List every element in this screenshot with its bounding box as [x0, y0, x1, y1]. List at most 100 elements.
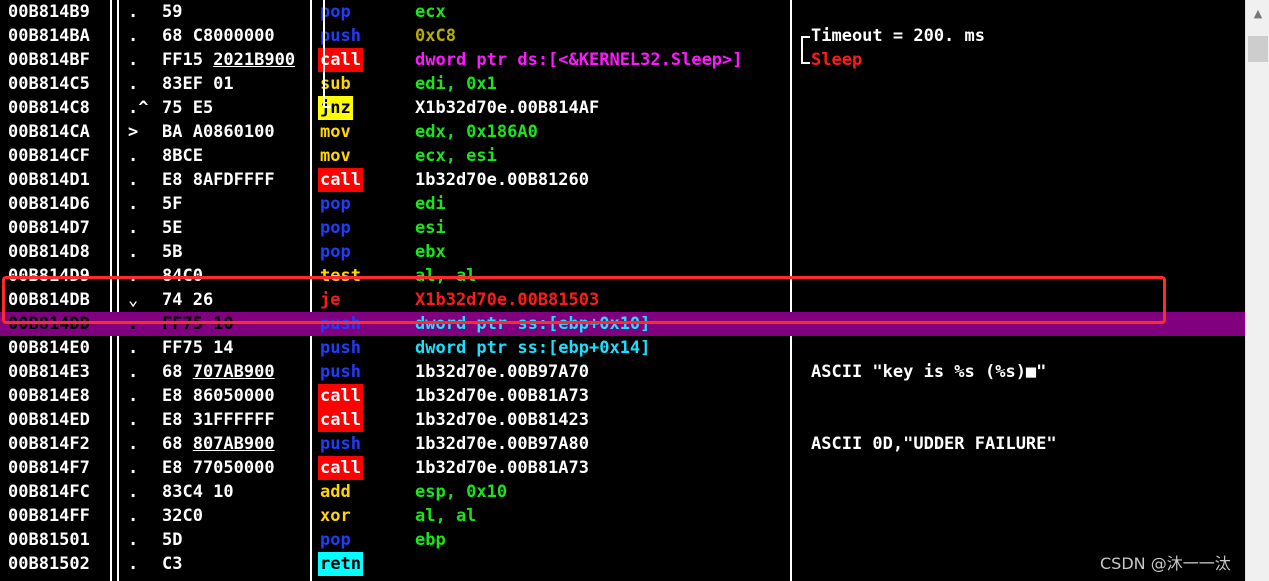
instruction-address: 00B814B9 — [8, 2, 90, 22]
instruction-operand: ebx — [415, 242, 446, 262]
instruction-address: 00B814D9 — [8, 266, 90, 286]
instruction-address: 00B814F7 — [8, 458, 90, 478]
instruction-bytes: FF75 14 — [162, 338, 234, 358]
instruction-bytes: 5B — [162, 242, 183, 262]
jump-marker: ⌄ — [128, 290, 139, 310]
instruction-bytes: 83EF 01 — [162, 74, 234, 94]
instruction-address: 00B814BF — [8, 50, 90, 70]
instruction-row[interactable]: 00B81502. C3 retn — [0, 552, 1245, 576]
instruction-row[interactable]: 00B814D9. 84C0 test al, al — [0, 264, 1245, 288]
instruction-mnemonic: call — [318, 168, 363, 192]
instruction-row[interactable]: 00B814FF. 32C0 xor al, al — [0, 504, 1245, 528]
jump-marker: . — [128, 194, 139, 214]
instruction-address: 00B814BA — [8, 26, 90, 46]
instruction-operand: 1b32d70e.00B81260 — [415, 170, 589, 190]
instruction-bytes: BA A0860100 — [162, 122, 275, 142]
instruction-mnemonic: retn — [318, 552, 363, 576]
instruction-operand: 1b32d70e.00B81423 — [415, 410, 589, 430]
instruction-address: 00B814E0 — [8, 338, 90, 358]
instruction-bytes: 75 E5 — [162, 98, 214, 118]
instruction-bytes: 68 807AB900 — [162, 434, 275, 454]
instruction-mnemonic: push — [320, 338, 361, 358]
instruction-address: 00B814E3 — [8, 362, 90, 382]
instruction-mnemonic: call — [318, 384, 363, 408]
jump-marker: . — [128, 314, 139, 334]
instruction-address: 00B814C8 — [8, 98, 90, 118]
jump-marker: . — [128, 338, 139, 358]
instruction-row[interactable]: 00B814C5. 83EF 01 sub edi, 0x1 — [0, 72, 1245, 96]
jump-marker: . — [128, 266, 139, 286]
watermark: CSDN @沐一一汰 — [1100, 554, 1231, 573]
instruction-operand: 1b32d70e.00B81A73 — [415, 458, 589, 478]
instruction-bytes: E8 31FFFFFF — [162, 410, 275, 430]
instruction-row[interactable]: 00B814F2. 68 807AB900 push 1b32d70e.00B97A8… — [0, 432, 1245, 456]
instruction-address: 00B814D6 — [8, 194, 90, 214]
instruction-bytes: 32C0 — [162, 506, 203, 526]
instruction-comment: Sleep — [811, 50, 863, 70]
jump-marker: . — [128, 458, 139, 478]
jump-marker: . — [128, 50, 139, 70]
instruction-operand: 0xC8 — [415, 26, 456, 46]
instruction-operand: al, al — [415, 266, 477, 286]
instruction-mnemonic: add — [320, 482, 351, 502]
instruction-bytes: 5D — [162, 530, 183, 550]
instruction-mnemonic: test — [320, 266, 361, 286]
instruction-comment: Timeout = 200. ms — [811, 26, 985, 46]
instruction-operand: esi — [415, 218, 446, 238]
call-arg-bracket — [801, 48, 810, 64]
instruction-operand: edi, 0x1 — [415, 74, 497, 94]
instruction-row[interactable]: 00B814E3. 68 707AB900 push 1b32d70e.00B97A7… — [0, 360, 1245, 384]
instruction-address: 00B814D7 — [8, 218, 90, 238]
instruction-bytes: 5E — [162, 218, 183, 238]
instruction-bytes: FF75 10 — [162, 314, 234, 334]
instruction-mnemonic: xor — [320, 506, 351, 526]
jump-marker: . — [128, 26, 139, 46]
instruction-bytes: 59 — [162, 2, 183, 22]
instruction-mnemonic: pop — [320, 530, 351, 550]
instruction-bytes: 68 C8000000 — [162, 26, 275, 46]
instruction-address: 00B814E8 — [8, 386, 90, 406]
scrollbar-thumb[interactable] — [1248, 36, 1268, 62]
jump-marker: . — [128, 146, 139, 166]
instruction-operand: edi — [415, 194, 446, 214]
instruction-bytes: 8BCE — [162, 146, 203, 166]
instruction-row[interactable]: 00B814B9. 59 pop ecx — [0, 0, 1245, 24]
jump-marker: . — [128, 434, 139, 454]
instruction-operand: 1b32d70e.00B97A80 — [415, 434, 589, 454]
jump-arrow-hook — [323, 106, 331, 108]
scroll-up-arrow-icon[interactable]: ▲ — [1246, 0, 1269, 28]
disassembly-listing[interactable]: 00B814B9. 59 pop ecx 00B814BA. 68 C8000000 pus… — [0, 0, 1245, 581]
instruction-address: 00B814CF — [8, 146, 90, 166]
instruction-row[interactable]: 00B814E8. E8 86050000 call 1b32d70e.00B81A7… — [0, 384, 1245, 408]
instruction-row[interactable]: 00B814D6. 5F pop edi — [0, 192, 1245, 216]
instruction-row[interactable]: 00B814BA. 68 C8000000 push 0xC8 Timeout = 20… — [0, 24, 1245, 48]
instruction-comment: ASCII "key is %s (%s)■" — [811, 362, 1047, 382]
instruction-row[interactable]: 00B814F7. E8 77050000 call 1b32d70e.00B81A7… — [0, 456, 1245, 480]
instruction-row[interactable]: 00B814ED. E8 31FFFFFF call 1b32d70e.00B8142… — [0, 408, 1245, 432]
instruction-row[interactable]: 00B814E0. FF75 14 push dword ptr ss:[ebp+0x… — [0, 336, 1245, 360]
instruction-row[interactable]: 00B814D8. 5B pop ebx — [0, 240, 1245, 264]
vertical-scrollbar[interactable]: ▲ — [1245, 0, 1269, 581]
instruction-mnemonic: push — [320, 314, 361, 334]
instruction-row[interactable]: 00B81501. 5D pop ebp — [0, 528, 1245, 552]
jump-arrow-line — [323, 0, 325, 108]
instruction-mnemonic: push — [320, 434, 361, 454]
instruction-operand: X1b32d70e.00B814AF — [415, 98, 600, 118]
instruction-row[interactable]: 00B814FC. 83C4 10 add esp, 0x10 — [0, 480, 1245, 504]
instruction-address: 00B814ED — [8, 410, 90, 430]
instruction-bytes: 83C4 10 — [162, 482, 234, 502]
instruction-row[interactable]: 00B814C8 .^ 75 E5 jnz X1b32d70e.00B814AF — [0, 96, 1245, 120]
instruction-mnemonic: call — [318, 408, 363, 432]
instruction-row[interactable]: 00B814DB ⌄ 74 26 je X1b32d70e.00B81503 — [0, 288, 1245, 312]
instruction-row[interactable]: 00B814DD. FF75 10 push dword ptr ss:[ebp+0x… — [0, 312, 1245, 336]
instruction-row[interactable]: 00B814D7. 5E pop esi — [0, 216, 1245, 240]
instruction-bytes: 5F — [162, 194, 183, 214]
instruction-address: 00B814C5 — [8, 74, 90, 94]
jump-marker: . — [128, 74, 139, 94]
instruction-address: 00B814F2 — [8, 434, 90, 454]
instruction-comment: ASCII 0D,"UDDER FAILURE" — [811, 434, 1057, 454]
instruction-row[interactable]: 00B814CF. 8BCE mov ecx, esi — [0, 144, 1245, 168]
instruction-row[interactable]: 00B814CA > BA A0860100 mov edx, 0x186A0 — [0, 120, 1245, 144]
instruction-row[interactable]: 00B814BF. FF15 2021B900 call dword ptr ds:[… — [0, 48, 1245, 72]
instruction-row[interactable]: 00B814D1. E8 8AFDFFFF call 1b32d70e.00B8126… — [0, 168, 1245, 192]
